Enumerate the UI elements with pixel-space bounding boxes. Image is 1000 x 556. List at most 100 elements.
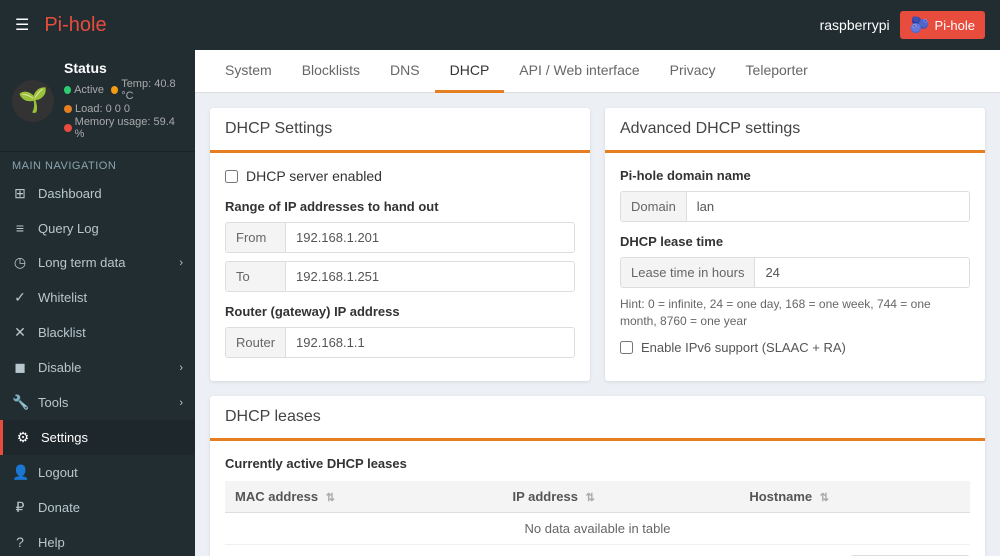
no-data-cell: No data available in table xyxy=(225,513,970,545)
router-value: 192.168.1.1 xyxy=(286,328,574,357)
sidebar-item-whitelist[interactable]: ✓ Whitelist xyxy=(0,280,195,315)
sidebar-item-query-log[interactable]: ≡ Query Log xyxy=(0,211,195,245)
raspberry-icon: 🫐 xyxy=(910,15,930,35)
lease-label: Lease time in hours xyxy=(621,258,755,287)
dhcp-enabled-label: DHCP server enabled xyxy=(246,168,382,184)
leases-table-wrapper: MAC address ⇅ IP address ⇅ Hostname xyxy=(225,481,970,545)
dhcp-settings-title: DHCP Settings xyxy=(225,120,575,138)
status-text: Status Active Temp: 40.8 °C Load: 0 0 0 … xyxy=(64,60,183,141)
content-grid: DHCP Settings DHCP server enabled Range … xyxy=(210,108,985,381)
dhcp-settings-header: DHCP Settings xyxy=(210,108,590,153)
header-hostname: raspberrypi xyxy=(820,17,890,33)
query-log-icon: ≡ xyxy=(12,220,28,236)
sidebar-item-label: Long term data xyxy=(38,255,125,270)
lease-hint: Hint: 0 = infinite, 24 = one day, 168 = … xyxy=(620,296,970,330)
header-pihole-badge: 🫐 Pi-hole xyxy=(900,11,985,39)
tab-privacy[interactable]: Privacy xyxy=(655,50,731,93)
advanced-dhcp-body: Pi-hole domain name Domain lan DHCP leas… xyxy=(605,153,985,370)
dhcp-settings-body: DHCP server enabled Range of IP addresse… xyxy=(210,153,590,381)
sidebar-item-label: Tools xyxy=(38,395,68,410)
lease-input-row: Lease time in hours 24 xyxy=(620,257,970,288)
mac-address-header[interactable]: MAC address ⇅ xyxy=(225,481,502,513)
to-input-row: To 192.168.1.251 xyxy=(225,261,575,292)
sidebar-item-donate[interactable]: ₽ Donate xyxy=(0,490,195,525)
sidebar-item-label: Blacklist xyxy=(38,325,86,340)
content-area: DHCP Settings DHCP server enabled Range … xyxy=(195,93,1000,556)
sidebar-item-disable[interactable]: ◼ Disable › xyxy=(0,350,195,385)
sort-icon: ⇅ xyxy=(586,492,595,504)
ipv6-checkbox[interactable] xyxy=(620,341,633,354)
dhcp-settings-card: DHCP Settings DHCP server enabled Range … xyxy=(210,108,590,381)
sidebar-item-label: Dashboard xyxy=(38,186,102,201)
layout: 🌱 Status Active Temp: 40.8 °C Load: 0 0 … xyxy=(0,50,1000,556)
leases-table: MAC address ⇅ IP address ⇅ Hostname xyxy=(225,481,970,545)
sidebar-item-blacklist[interactable]: ✕ Blacklist xyxy=(0,315,195,350)
tab-blocklists[interactable]: Blocklists xyxy=(287,50,375,93)
tab-api-web[interactable]: API / Web interface xyxy=(504,50,654,93)
leases-header: DHCP leases xyxy=(210,396,985,441)
hostname-header[interactable]: Hostname ⇅ xyxy=(739,481,970,513)
domain-label: Domain xyxy=(621,192,687,221)
tab-dhcp[interactable]: DHCP xyxy=(435,50,505,93)
leases-subtitle: Currently active DHCP leases xyxy=(225,456,970,471)
sidebar-item-label: Whitelist xyxy=(38,290,87,305)
sidebar-item-label: Query Log xyxy=(38,221,99,236)
ipv6-row: Enable IPv6 support (SLAAC + RA) xyxy=(620,340,970,355)
advanced-dhcp-title: Advanced DHCP settings xyxy=(620,120,970,138)
sidebar-item-label: Donate xyxy=(38,500,80,515)
sidebar-item-help[interactable]: ? Help xyxy=(0,525,195,556)
from-label: From xyxy=(226,223,286,252)
sidebar-item-logout[interactable]: 👤 Logout xyxy=(0,455,195,490)
disable-icon: ◼ xyxy=(12,359,28,376)
help-icon: ? xyxy=(12,534,28,550)
router-label: Router xyxy=(226,328,286,357)
leases-title: DHCP leases xyxy=(225,408,970,426)
app-logo: Pi-hole xyxy=(44,14,106,37)
chevron-right-icon: › xyxy=(179,397,183,409)
sidebar-item-label: Settings xyxy=(41,430,88,445)
status-load: Load: 0 0 0 xyxy=(64,103,183,115)
sidebar-item-label: Disable xyxy=(38,360,81,375)
tab-teleporter[interactable]: Teleporter xyxy=(731,50,823,93)
tab-bar: System Blocklists DNS DHCP API / Web int… xyxy=(195,50,1000,93)
tab-system[interactable]: System xyxy=(210,50,287,93)
hamburger-menu-icon[interactable]: ☰ xyxy=(15,15,29,35)
advanced-dhcp-card: Advanced DHCP settings Pi-hole domain na… xyxy=(605,108,985,381)
table-header-row: MAC address ⇅ IP address ⇅ Hostname xyxy=(225,481,970,513)
nav-section-label: MAIN NAVIGATION xyxy=(0,152,195,176)
settings-icon: ⚙ xyxy=(15,429,31,446)
status-block: 🌱 Status Active Temp: 40.8 °C Load: 0 0 … xyxy=(0,50,195,152)
lease-value: 24 xyxy=(755,258,969,287)
chevron-right-icon: › xyxy=(179,257,183,269)
dashboard-icon: ⊞ xyxy=(12,185,28,202)
domain-value: lan xyxy=(687,192,969,221)
sort-icon: ⇅ xyxy=(820,492,829,504)
logout-icon: 👤 xyxy=(12,464,28,481)
router-input-row: Router 192.168.1.1 xyxy=(225,327,575,358)
header-pihole-label: Pi-hole xyxy=(935,18,975,33)
header-right: raspberrypi 🫐 Pi-hole xyxy=(820,11,985,39)
header: ☰ Pi-hole raspberrypi 🫐 Pi-hole xyxy=(0,0,1000,50)
from-input-row: From 192.168.1.201 xyxy=(225,222,575,253)
lease-section-label: DHCP lease time xyxy=(620,234,970,249)
ip-address-header[interactable]: IP address ⇅ xyxy=(502,481,739,513)
tab-dns[interactable]: DNS xyxy=(375,50,435,93)
sidebar-item-settings[interactable]: ⚙ Settings xyxy=(0,420,195,455)
dhcp-enabled-checkbox[interactable] xyxy=(225,170,238,183)
sidebar-item-label: Help xyxy=(38,535,65,550)
sidebar-item-dashboard[interactable]: ⊞ Dashboard xyxy=(0,176,195,211)
status-active: Active Temp: 40.8 °C xyxy=(64,78,183,102)
dhcp-leases-card: DHCP leases Currently active DHCP leases… xyxy=(210,396,985,556)
to-label: To xyxy=(226,262,286,291)
router-section-label: Router (gateway) IP address xyxy=(225,304,575,319)
leases-body: Currently active DHCP leases MAC address… xyxy=(210,441,985,556)
status-title: Status xyxy=(64,60,183,76)
sidebar-item-long-term-data[interactable]: ◷ Long term data › xyxy=(0,245,195,280)
whitelist-icon: ✓ xyxy=(12,289,28,306)
sidebar-item-tools[interactable]: 🔧 Tools › xyxy=(0,385,195,420)
status-icon: 🌱 xyxy=(12,80,54,122)
status-memory: Memory usage: 59.4 % xyxy=(64,116,183,140)
domain-input-row: Domain lan xyxy=(620,191,970,222)
range-section-label: Range of IP addresses to hand out xyxy=(225,199,575,214)
long-term-data-icon: ◷ xyxy=(12,254,28,271)
